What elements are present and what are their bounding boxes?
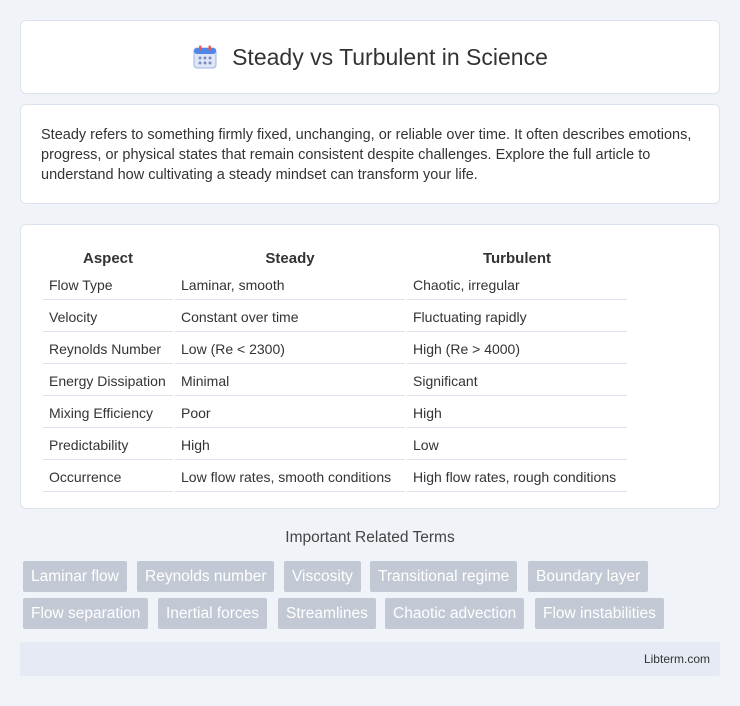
table-cell: Low [407,430,627,460]
header-turbulent: Turbulent [482,250,552,267]
table-cell: High flow rates, rough conditions [407,462,627,492]
footer-site-link[interactable]: Libterm.com [644,652,710,666]
table-cell: Poor [175,398,405,428]
tag-viscosity[interactable]: Viscosity [284,561,361,592]
header-steady: Steady [265,250,315,267]
table-cell: Reynolds Number [43,334,173,364]
table-row: Energy Dissipation Minimal Significant [43,366,627,396]
table-cell: Flow Type [43,270,173,300]
table-cell: Laminar, smooth [175,270,405,300]
table-cell: High (Re > 4000) [407,334,627,364]
header-aspect: Aspect [82,250,134,267]
table-cell: Minimal [175,366,405,396]
table-cell: High [407,398,627,428]
calendar-icon [192,44,218,70]
footer: Libterm.com [20,642,720,676]
table-cell: Mixing Efficiency [43,398,173,428]
table-cell: Occurrence [43,462,173,492]
table-cell: Chaotic, irregular [407,270,627,300]
table-cell: Low (Re < 2300) [175,334,405,364]
table-row: Velocity Constant over time Fluctuating … [43,302,627,332]
tag-flow-instabilities[interactable]: Flow instabilities [535,598,664,629]
table-row: Flow Type Laminar, smooth Chaotic, irreg… [43,270,627,300]
table-cell: Predictability [43,430,173,460]
tag-streamlines[interactable]: Streamlines [278,598,376,629]
table-header-row: Aspect Steady Turbulent [43,247,627,268]
page-title: Steady vs Turbulent in Science [232,43,548,70]
table-cell: Significant [407,366,627,396]
related-terms-title: Important Related Terms [285,529,455,546]
tag-reynolds-number[interactable]: Reynolds number [137,561,275,592]
header-card: Steady vs Turbulent in Science [20,20,720,94]
comparison-table: Aspect Steady Turbulent Flow Type Lamina… [41,245,629,494]
tag-laminar-flow[interactable]: Laminar flow [23,561,127,592]
table-cell: Constant over time [175,302,405,332]
table-cell: High [175,430,405,460]
table-row: Reynolds Number Low (Re < 2300) High (Re… [43,334,627,364]
table-cell: Low flow rates, smooth conditions [175,462,405,492]
tag-boundary-layer[interactable]: Boundary layer [528,561,649,592]
table-row: Mixing Efficiency Poor High [43,398,627,428]
table-cell: Velocity [43,302,173,332]
intro-card: Steady refers to something firmly fixed,… [20,104,720,204]
tag-inertial-forces[interactable]: Inertial forces [158,598,268,629]
comparison-table-card: Aspect Steady Turbulent Flow Type Lamina… [20,224,720,509]
tag-chaotic-advection[interactable]: Chaotic advection [385,598,525,629]
intro-text: Steady refers to something firmly fixed,… [41,127,692,183]
tag-transitional-regime[interactable]: Transitional regime [370,561,518,592]
table-row: Predictability High Low [43,430,627,460]
table-cell: Energy Dissipation [43,366,173,396]
table-cell: Fluctuating rapidly [407,302,627,332]
table-row: Occurrence Low flow rates, smooth condit… [43,462,627,492]
tag-flow-separation[interactable]: Flow separation [23,598,149,629]
